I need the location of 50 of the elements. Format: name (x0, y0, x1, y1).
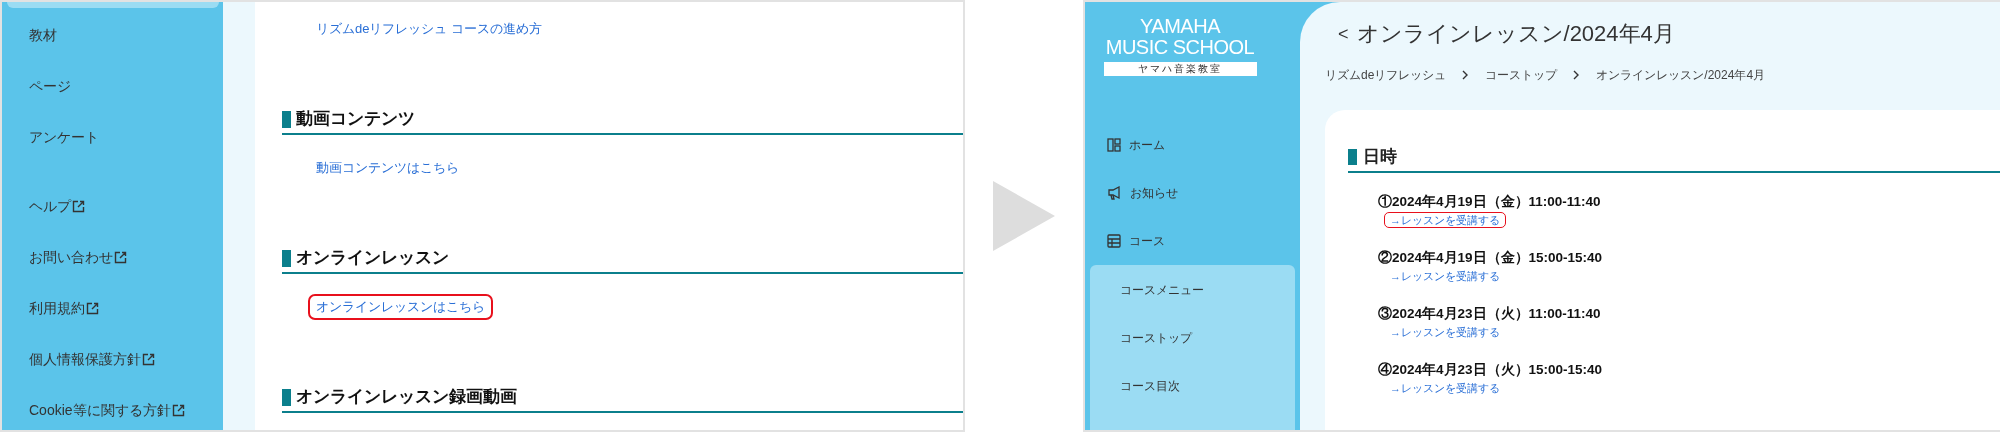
session-date: ③2024年4月23日（火）11:00-11:40 (1378, 304, 1602, 323)
content-link[interactable]: オンラインレッスンはこちら (308, 294, 493, 320)
content-link[interactable]: リズムdeリフレッシュ コースの進め方 (308, 16, 551, 42)
sidebar-link[interactable]: Cookie等に関する方針 (2, 385, 223, 430)
external-link-icon (72, 200, 85, 213)
session-date: ④2024年4月23日（火）15:00-15:40 (1378, 360, 1604, 379)
external-link-icon (142, 353, 155, 366)
external-link-icon (86, 302, 99, 315)
sidebar-link[interactable]: 個人情報保護方針 (2, 334, 223, 385)
chevron-right-icon (1573, 70, 1581, 80)
heading-marker (282, 110, 291, 128)
lesson-link[interactable]: →レッスンを受講する (1384, 211, 1506, 228)
dashboard-icon (1107, 138, 1121, 152)
arrow-icon (993, 181, 1055, 251)
breadcrumb-item: オンラインレッスン/2024年4月 (1596, 67, 1766, 84)
megaphone-icon (1107, 186, 1122, 200)
sidebar-item[interactable]: 教材 (2, 10, 223, 61)
section-heading: オンラインレッスン (296, 247, 449, 269)
breadcrumb-item[interactable]: リズムdeリフレッシュ (1325, 66, 1447, 84)
lesson-link[interactable]: →レッスンを受講する (1384, 323, 1506, 340)
back-button[interactable]: < (1338, 20, 1349, 48)
submenu-item[interactable]: コース目次 (1090, 362, 1295, 410)
external-link-icon (171, 404, 185, 417)
nav-item[interactable]: ホーム (1085, 121, 1300, 169)
nav-item[interactable]: お知らせ (1085, 169, 1300, 217)
table-icon (1107, 234, 1121, 248)
chevron-right-icon (1462, 70, 1470, 80)
session-date: ②2024年4月19日（金）15:00-15:40 (1378, 248, 1604, 267)
section-heading: 日時 (1363, 146, 1397, 168)
section-heading: オンラインレッスン録画動画 (296, 386, 517, 408)
nav-item[interactable]: コース (1085, 217, 1300, 265)
heading-marker (282, 388, 291, 406)
session-date: ①2024年4月19日（金）11:00-11:40 (1378, 192, 1602, 211)
logo: YAMAHA MUSIC SCHOOL ヤマハ音楽教室 (1102, 14, 1258, 76)
sidebar-link[interactable]: ヘルプ (2, 181, 223, 232)
sidebar-item[interactable]: ページ (2, 61, 223, 112)
lesson-link[interactable]: →レッスンを受講する (1384, 267, 1506, 284)
sidebar-item[interactable]: アンケート (2, 112, 223, 163)
content-link[interactable]: 動画コンテンツはこちら (308, 155, 467, 181)
heading-marker (282, 249, 291, 267)
sidebar-link[interactable]: お問い合わせ (2, 232, 223, 283)
submenu-item[interactable]: コースメニュー (1090, 266, 1295, 314)
submenu-item[interactable]: コーストップ (1090, 314, 1295, 362)
section-heading: 動画コンテンツ (296, 108, 415, 130)
lesson-link[interactable]: →レッスンを受講する (1384, 379, 1506, 396)
external-link-icon (114, 251, 127, 264)
page-title: オンラインレッスン/2024年4月 (1356, 20, 1675, 48)
sidebar-link[interactable]: 利用規約 (2, 283, 223, 334)
heading-marker (1348, 148, 1357, 165)
breadcrumb-item[interactable]: コーストップ (1485, 66, 1558, 84)
